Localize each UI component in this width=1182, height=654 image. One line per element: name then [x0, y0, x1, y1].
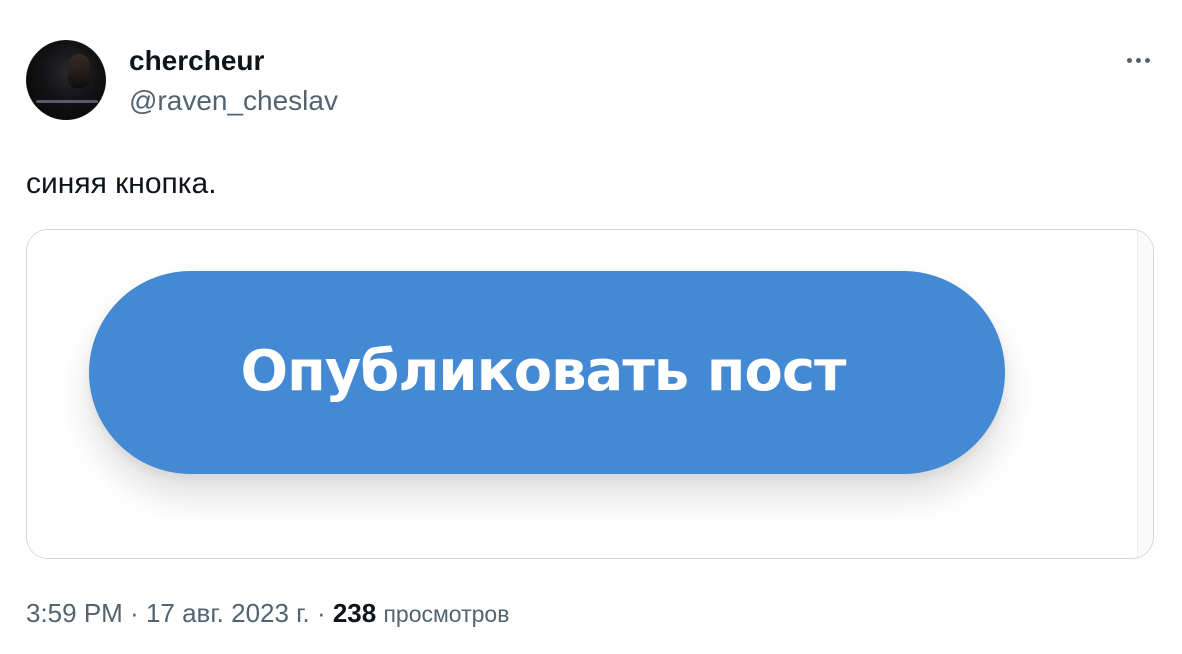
more-options-icon[interactable]	[1120, 46, 1156, 74]
more-dot	[1135, 57, 1141, 63]
publish-post-label: Опубликовать пост	[240, 339, 846, 404]
more-dot	[1126, 57, 1132, 63]
meta-separator: ·	[122, 598, 146, 628]
media-image: Опубликовать пост	[27, 230, 1139, 558]
tweet-meta: 3:59 PM · 17 авг. 2023 г. · 238 просмотр…	[26, 596, 509, 631]
tweet-time[interactable]: 3:59 PM	[26, 598, 123, 628]
publish-post-button-image: Опубликовать пост	[89, 271, 1005, 474]
views-count[interactable]: 238	[333, 598, 376, 628]
avatar-caption	[36, 100, 98, 103]
meta-separator: ·	[309, 598, 333, 628]
avatar[interactable]	[26, 40, 106, 120]
author-name[interactable]: chercheur	[129, 44, 264, 78]
tweet-text: синяя кнопка.	[26, 167, 217, 200]
author-handle[interactable]: @raven_cheslav	[129, 84, 338, 118]
avatar-figure	[68, 54, 90, 88]
media-edge	[1137, 230, 1153, 558]
tweet-date[interactable]: 17 авг. 2023 г.	[146, 598, 310, 628]
views-label[interactable]: просмотров	[383, 601, 509, 627]
tweet-media-card[interactable]: Опубликовать пост	[26, 229, 1154, 559]
more-dot	[1144, 57, 1150, 63]
